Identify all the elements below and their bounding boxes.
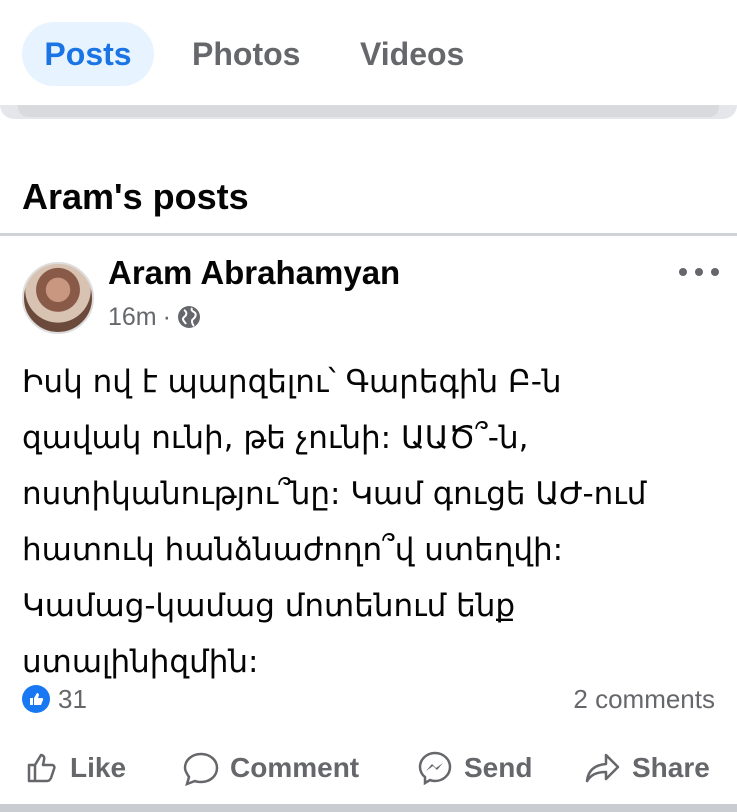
post-text-line: ստալինիզմին:	[22, 644, 259, 680]
avatar[interactable]	[22, 262, 94, 334]
meta-separator: ·	[162, 302, 171, 331]
more-options-icon[interactable]	[679, 262, 719, 282]
post-author[interactable]: Aram Abrahamyan	[108, 254, 400, 292]
share-button[interactable]: Share	[584, 740, 710, 796]
comments-count[interactable]: 2 comments	[573, 684, 715, 715]
globe-icon	[177, 306, 200, 328]
post-text-line: հատուկ հանձնաժողո՞վ ստեղվի:	[22, 532, 564, 568]
comment-label: Comment	[230, 752, 360, 783]
like-reaction-icon	[22, 685, 50, 713]
post-meta: 16m ·	[108, 302, 201, 332]
post-bottom-divider	[0, 804, 737, 812]
comment-button[interactable]: Comment	[182, 740, 359, 796]
tab-videos[interactable]: Videos	[360, 22, 464, 86]
tab-photos[interactable]: Photos	[192, 22, 300, 86]
post-time[interactable]: 16m	[108, 303, 157, 332]
section-divider	[0, 233, 737, 236]
tab-posts[interactable]: Posts	[22, 22, 154, 86]
post-text-line: զավակ ունի, թե չունի: ԱԱԾ՞-ն,	[22, 420, 529, 456]
comment-icon	[183, 752, 219, 786]
section-title: Aram's posts	[22, 176, 249, 217]
tabs-card-shadow	[18, 105, 719, 117]
like-button[interactable]: Like	[24, 740, 126, 796]
reaction-count: 31	[58, 683, 87, 714]
like-label: Like	[70, 752, 127, 783]
post-text: Իսկ ով է պարզելու՝ Գարեգին Բ-ն զավակ ուն…	[22, 354, 722, 690]
like-icon	[27, 753, 56, 783]
share-icon	[585, 753, 620, 783]
post-actions: Like Comment Send Share	[0, 740, 737, 796]
send-label: Send	[464, 752, 533, 783]
post-text-line: Կամաց-կամաց մոտենում ենք	[22, 588, 516, 624]
share-label: Share	[632, 752, 710, 783]
messenger-icon	[418, 751, 452, 786]
post-text-line: Իսկ ով է պարզելու՝ Գարեգին Բ-ն	[22, 364, 562, 400]
post-text-line: ոստիկանությու՞նը: Կամ գուցե ԱԺ-ում	[22, 476, 647, 512]
reactions-summary[interactable]: 31	[22, 682, 87, 716]
profile-tabs: Posts Photos Videos	[0, 0, 737, 108]
send-button[interactable]: Send	[416, 740, 532, 796]
